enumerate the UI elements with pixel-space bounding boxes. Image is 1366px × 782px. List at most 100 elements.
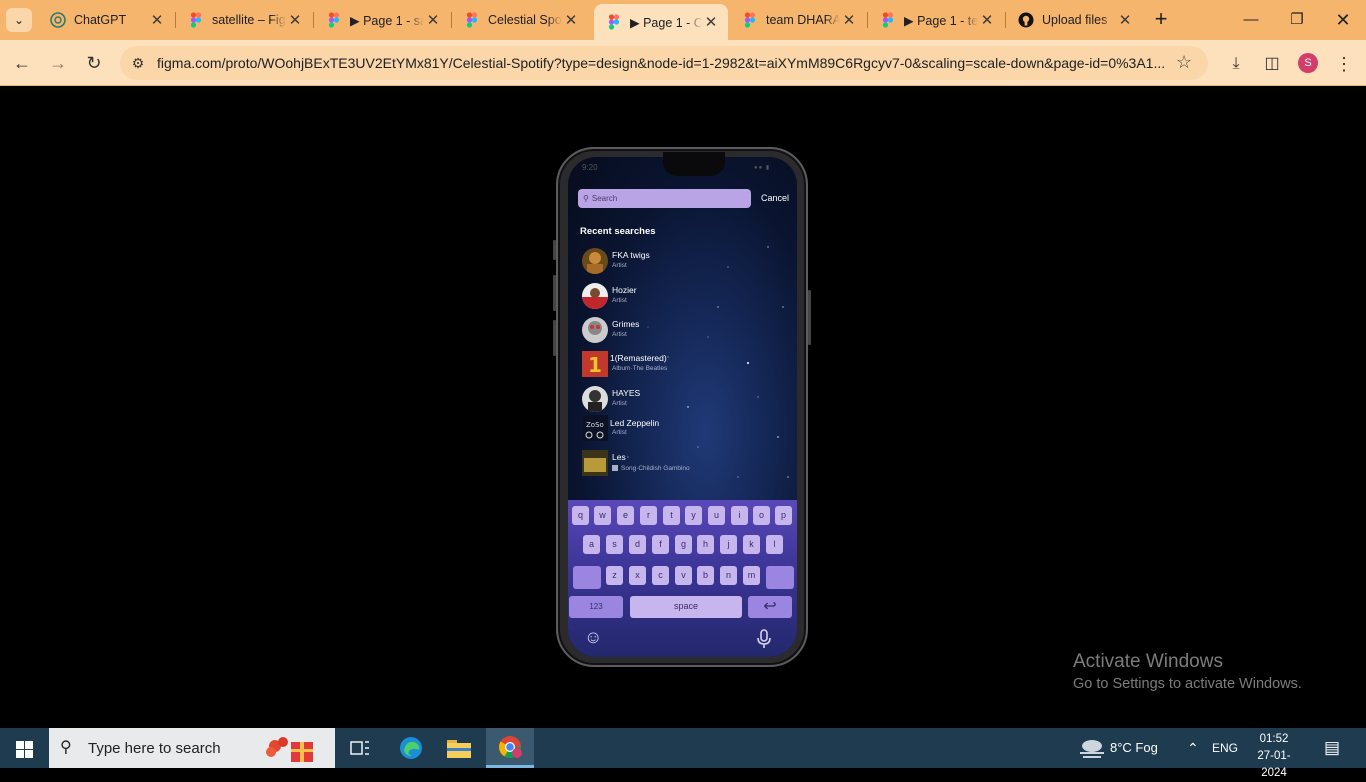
close-icon[interactable]: ✕ bbox=[424, 11, 442, 29]
key-v[interactable]: v bbox=[675, 566, 692, 585]
key-o[interactable]: o bbox=[753, 506, 770, 525]
windows-logo-icon bbox=[25, 741, 33, 749]
close-icon[interactable]: ✕ bbox=[978, 11, 996, 29]
close-icon[interactable]: ✕ bbox=[286, 11, 304, 29]
close-icon[interactable]: ✕ bbox=[148, 11, 166, 29]
shift-key[interactable] bbox=[573, 566, 601, 589]
key-g[interactable]: g bbox=[675, 535, 692, 554]
key-d[interactable]: d bbox=[629, 535, 646, 554]
return-key[interactable]: ↩ bbox=[748, 596, 792, 618]
language-indicator[interactable]: ENG bbox=[1212, 728, 1238, 768]
close-icon[interactable]: ✕ bbox=[1116, 11, 1134, 29]
download-icon[interactable]: ⤓ bbox=[1224, 52, 1248, 76]
taskbar-search-box[interactable]: ⚲ Type here to search bbox=[49, 728, 335, 768]
notifications-icon[interactable]: ▤ bbox=[1324, 728, 1340, 768]
close-icon[interactable]: ✕ bbox=[562, 11, 580, 29]
emoji-icon[interactable]: ☺ bbox=[584, 627, 602, 648]
taskbar-edge[interactable] bbox=[387, 728, 435, 768]
tab-page1-team[interactable]: ▶ Page 1 - team ✕ bbox=[868, 6, 1004, 34]
new-tab-button[interactable]: + bbox=[1150, 8, 1172, 32]
tab-celestial-spotify[interactable]: Celestial Spotify ✕ bbox=[452, 6, 588, 34]
side-panel-icon[interactable]: ◫ bbox=[1260, 52, 1284, 76]
key-i[interactable]: i bbox=[731, 506, 748, 525]
backspace-key[interactable] bbox=[766, 566, 794, 589]
start-button[interactable] bbox=[0, 728, 48, 768]
key-f[interactable]: f bbox=[652, 535, 669, 554]
task-view-button[interactable] bbox=[336, 728, 384, 768]
system-clock[interactable]: 01:52 27-01-2024 bbox=[1246, 731, 1302, 782]
tab-title: ▶ Page 1 - satellite bbox=[350, 13, 424, 28]
back-button[interactable]: ← bbox=[9, 50, 35, 76]
activate-windows-subtitle: Go to Settings to activate Windows. bbox=[1073, 676, 1302, 692]
tab-title: ChatGPT bbox=[74, 13, 127, 27]
tab-search-button[interactable]: ⌄ bbox=[6, 8, 32, 32]
tab-upload-files[interactable]: Upload files ✕ bbox=[1006, 6, 1142, 34]
key-c[interactable]: c bbox=[652, 566, 669, 585]
recent-item-hayes[interactable]: HAYES Artist bbox=[580, 386, 780, 418]
key-u[interactable]: u bbox=[708, 506, 725, 525]
key-t[interactable]: t bbox=[663, 506, 680, 525]
key-k[interactable]: k bbox=[743, 535, 760, 554]
recent-item-les[interactable]: Les Song·Childish Gambino bbox=[580, 450, 780, 482]
item-subtitle: Artist bbox=[612, 331, 627, 338]
key-y[interactable]: y bbox=[685, 506, 702, 525]
close-window-button[interactable]: ✕ bbox=[1328, 8, 1358, 32]
space-key[interactable]: space bbox=[630, 596, 742, 618]
task-view-icon bbox=[350, 741, 369, 755]
recent-item-fka-twigs[interactable]: FKA twigs Artist bbox=[580, 248, 780, 280]
windows-logo-icon bbox=[25, 750, 33, 758]
key-e[interactable]: e bbox=[617, 506, 634, 525]
restore-button[interactable]: ❐ bbox=[1282, 8, 1312, 32]
profile-avatar[interactable]: S bbox=[1298, 53, 1318, 73]
key-z[interactable]: z bbox=[606, 566, 623, 585]
weather-text[interactable]: 8°C Fog bbox=[1110, 728, 1158, 768]
tab-team-dhara[interactable]: team DHARA ✕ bbox=[730, 6, 866, 34]
microphone-icon[interactable] bbox=[756, 629, 772, 649]
taskbar-chrome[interactable] bbox=[486, 728, 534, 768]
svg-text:ZoSo: ZoSo bbox=[586, 421, 604, 429]
address-bar[interactable]: ⚙ figma.com/proto/WOohjBExTE3UV2EtYMx81Y… bbox=[120, 46, 1208, 80]
status-time: 9:20 bbox=[582, 163, 598, 172]
recent-item-1-remastered[interactable]: 1 1(Remastered) Album·The Beatles bbox=[580, 351, 780, 383]
item-name: Led Zeppelin bbox=[610, 418, 660, 428]
key-r[interactable]: r bbox=[640, 506, 657, 525]
tab-page1-satellite[interactable]: ▶ Page 1 - satellite ✕ bbox=[314, 6, 450, 34]
figma-icon bbox=[190, 12, 202, 28]
key-l[interactable]: l bbox=[766, 535, 783, 554]
recent-item-led-zeppelin[interactable]: ZoSo Led Zeppelin Artist bbox=[580, 415, 780, 447]
key-b[interactable]: b bbox=[697, 566, 714, 585]
close-icon[interactable]: ✕ bbox=[702, 13, 720, 31]
search-input[interactable]: ⚲ Search bbox=[578, 189, 751, 208]
phone-power-button bbox=[808, 290, 811, 345]
taskbar-file-explorer[interactable] bbox=[435, 728, 483, 768]
site-settings-icon[interactable]: ⚙ bbox=[128, 53, 148, 73]
key-h[interactable]: h bbox=[697, 535, 714, 554]
key-s[interactable]: s bbox=[606, 535, 623, 554]
cancel-button[interactable]: Cancel bbox=[761, 193, 789, 203]
key-w[interactable]: w bbox=[594, 506, 611, 525]
artist-thumbnail bbox=[582, 283, 608, 309]
numbers-key[interactable]: 123 bbox=[569, 596, 623, 618]
reload-button[interactable]: ↻ bbox=[81, 50, 107, 76]
minimize-button[interactable]: — bbox=[1236, 8, 1266, 32]
key-q[interactable]: q bbox=[572, 506, 589, 525]
recent-item-hozier[interactable]: Hozier Artist bbox=[580, 283, 780, 315]
tab-satellite-figma[interactable]: satellite – Figma ✕ bbox=[176, 6, 312, 34]
item-subtitle: Artist bbox=[612, 400, 627, 407]
key-p[interactable]: p bbox=[775, 506, 792, 525]
menu-kebab-icon[interactable]: ⋮ bbox=[1332, 52, 1356, 76]
artist-thumbnail bbox=[582, 317, 608, 343]
recent-item-grimes[interactable]: Grimes Artist bbox=[580, 317, 780, 349]
tab-page1-celestial-active[interactable]: ▶ Page 1 - Celestial ✕ bbox=[594, 4, 728, 40]
bookmark-star-icon[interactable]: ☆ bbox=[1176, 52, 1192, 73]
chevron-up-icon[interactable]: ⌃ bbox=[1187, 728, 1199, 768]
forward-button[interactable]: → bbox=[45, 50, 71, 76]
tab-chatgpt[interactable]: ChatGPT ✕ bbox=[38, 6, 174, 34]
key-n[interactable]: n bbox=[720, 566, 737, 585]
key-x[interactable]: x bbox=[629, 566, 646, 585]
key-m[interactable]: m bbox=[743, 566, 760, 585]
close-icon[interactable]: ✕ bbox=[840, 11, 858, 29]
weather-fog-icon[interactable] bbox=[1078, 736, 1106, 760]
key-j[interactable]: j bbox=[720, 535, 737, 554]
key-a[interactable]: a bbox=[583, 535, 600, 554]
